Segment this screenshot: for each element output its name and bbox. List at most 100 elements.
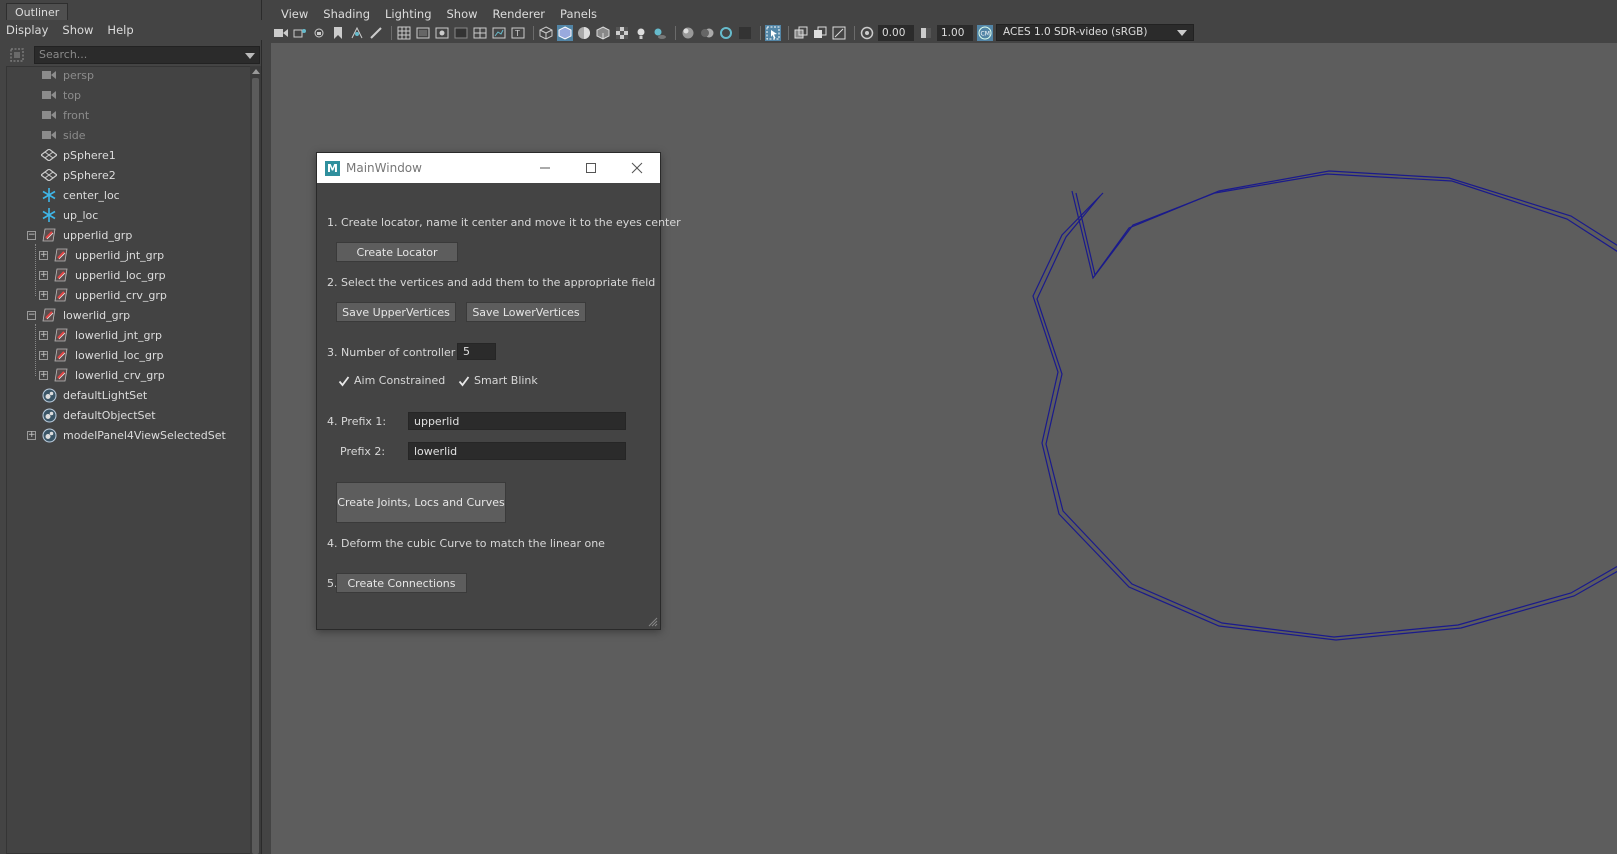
outliner-item-upperlid-jnt-grp[interactable]: upperlid_jnt_grp	[53, 245, 164, 265]
outliner-item-defaultobjectset[interactable]: defaultObjectSet	[41, 405, 156, 425]
viewport-menu-view[interactable]: View	[281, 7, 308, 21]
expand-modelpanel4viewselectedset-icon[interactable]: +	[27, 431, 36, 440]
smart-blink-checkbox[interactable]	[457, 374, 470, 387]
gate-mask-icon[interactable]	[453, 25, 469, 41]
minimize-button[interactable]	[522, 153, 568, 183]
outliner-item-upperlid-grp[interactable]: upperlid_grp	[41, 225, 132, 245]
grid-icon[interactable]	[396, 25, 412, 41]
controller-count-input[interactable]: 5	[457, 343, 496, 360]
collapse-upperlid-grp-icon[interactable]: −	[27, 231, 36, 240]
main-window-titlebar[interactable]: M MainWindow	[317, 153, 660, 183]
search-dropdown-icon[interactable]	[245, 53, 255, 59]
expand-upperlid-jnt-grp-icon[interactable]: +	[39, 251, 48, 260]
outliner-item-side[interactable]: side	[41, 125, 86, 145]
xray-active-components-icon[interactable]	[831, 25, 847, 41]
default-material-icon[interactable]	[576, 25, 592, 41]
outliner-search-input[interactable]: Search...	[34, 46, 260, 64]
xray-joints-icon[interactable]	[812, 25, 828, 41]
viewport-menu-renderer[interactable]: Renderer	[493, 7, 546, 21]
exposure-field[interactable]: 0.00	[878, 24, 914, 41]
outliner-item-persp[interactable]: persp	[41, 65, 94, 85]
select-camera-icon[interactable]	[273, 25, 289, 41]
outliner-item-upperlid-loc-grp[interactable]: upperlid_loc_grp	[53, 265, 166, 285]
field-chart-icon[interactable]	[472, 25, 488, 41]
bookmark-icon[interactable]	[330, 25, 346, 41]
outliner-item-up-loc[interactable]: up_loc	[41, 205, 98, 225]
create-locator-button[interactable]: Create Locator	[336, 242, 458, 262]
save-upper-vertices-button[interactable]: Save UpperVertices	[336, 302, 456, 322]
minimize-icon	[540, 167, 550, 169]
safe-action-icon[interactable]	[491, 25, 507, 41]
viewport-menu-shading[interactable]: Shading	[323, 7, 370, 21]
smooth-shade-icon[interactable]	[557, 24, 573, 41]
shadows-icon[interactable]	[652, 25, 668, 41]
image-plane-icon[interactable]	[349, 25, 365, 41]
resize-grip-icon[interactable]	[648, 617, 658, 627]
film-gate-icon[interactable]	[415, 25, 431, 41]
outliner-item-psphere1[interactable]: pSphere1	[41, 145, 116, 165]
color-management-icon[interactable]: CM	[977, 24, 993, 41]
safe-title-icon[interactable]: T	[510, 25, 526, 41]
expand-lowerlid-jnt-grp-icon[interactable]: +	[39, 331, 48, 340]
grease-pencil-icon[interactable]	[368, 25, 384, 41]
maximize-button[interactable]	[568, 153, 614, 183]
viewport-menu-lighting[interactable]: Lighting	[385, 7, 431, 21]
wireframe-icon[interactable]	[538, 25, 554, 41]
anti-aliasing-icon[interactable]	[718, 25, 734, 41]
view-transform-dropdown[interactable]: ACES 1.0 SDR-video (sRGB)	[996, 24, 1194, 41]
linear-eyelid-curve[interactable]	[1036, 173, 1617, 638]
viewport-menu-show[interactable]: Show	[447, 7, 478, 21]
depth-of-field-icon[interactable]	[737, 25, 753, 41]
create-connections-button[interactable]: Create Connections	[336, 573, 467, 593]
outliner-item-defaultlightset[interactable]: defaultLightSet	[41, 385, 147, 405]
outliner-item-lowerlid-loc-grp[interactable]: lowerlid_loc_grp	[53, 345, 164, 365]
expand-lowerlid-loc-grp-icon[interactable]: +	[39, 351, 48, 360]
filter-icon[interactable]	[8, 46, 26, 64]
prefix2-input[interactable]: lowerlid	[408, 442, 626, 460]
outliner-scrollbar[interactable]	[250, 66, 261, 854]
expand-lowerlid-crv-grp-icon[interactable]: +	[39, 371, 48, 380]
outliner-item-top[interactable]: top	[41, 85, 81, 105]
outliner-item-lowerlid-jnt-grp[interactable]: lowerlid_jnt_grp	[53, 325, 162, 345]
outliner-item-upperlid-crv-grp[interactable]: upperlid_crv_grp	[53, 285, 167, 305]
textured-icon[interactable]	[614, 25, 630, 41]
expand-upperlid-crv-grp-icon[interactable]: +	[39, 291, 48, 300]
aim-constrained-label: Aim Constrained	[354, 374, 446, 387]
exposure-icon[interactable]	[859, 25, 875, 41]
camera-attributes-icon[interactable]	[292, 25, 308, 41]
prefix1-input[interactable]: upperlid	[408, 412, 626, 430]
camera-lock-icon[interactable]	[311, 25, 327, 41]
maximize-icon	[586, 163, 596, 173]
outliner-menu-display[interactable]: Display	[6, 23, 48, 37]
collapse-lowerlid-grp-icon[interactable]: −	[27, 311, 36, 320]
outliner-item-psphere2[interactable]: pSphere2	[41, 165, 116, 185]
lights-icon[interactable]	[633, 25, 649, 41]
outliner-tab[interactable]: Outliner	[6, 3, 69, 20]
motion-blur-icon[interactable]	[699, 25, 715, 41]
create-joints-locs-curves-button[interactable]: Create Joints, Locs and Curves	[336, 482, 506, 523]
wireframe-on-shaded-icon[interactable]	[595, 25, 611, 41]
outliner-menu-show[interactable]: Show	[62, 23, 93, 37]
gamma-field[interactable]: 1.00	[937, 24, 973, 41]
outliner-menu-help[interactable]: Help	[107, 23, 133, 37]
aim-constrained-checkbox[interactable]	[337, 374, 350, 387]
save-lower-vertices-button[interactable]: Save LowerVertices	[466, 302, 586, 322]
viewport-menu-panels[interactable]: Panels	[560, 7, 597, 21]
scroll-up-icon[interactable]	[252, 69, 260, 74]
group-icon	[53, 287, 69, 303]
scrollbar-thumb[interactable]	[252, 78, 259, 854]
close-button[interactable]	[614, 153, 660, 183]
step1-label: 1. Create locator, name it center and mo…	[327, 216, 681, 229]
xray-icon[interactable]	[793, 25, 809, 41]
isolate-select-icon[interactable]	[765, 24, 781, 41]
outliner-item-center-loc[interactable]: center_loc	[41, 185, 120, 205]
outliner-item-front[interactable]: front	[41, 105, 89, 125]
outliner-item-lowerlid-crv-grp[interactable]: lowerlid_crv_grp	[53, 365, 165, 385]
gamma-icon[interactable]	[918, 25, 934, 41]
ambient-occlusion-icon[interactable]	[680, 25, 696, 41]
expand-upperlid-loc-grp-icon[interactable]: +	[39, 271, 48, 280]
outliner-item-lowerlid-grp[interactable]: lowerlid_grp	[41, 305, 130, 325]
chevron-down-icon	[1177, 30, 1187, 36]
outliner-item-modelpanel4viewselectedset[interactable]: modelPanel4ViewSelectedSet	[41, 425, 226, 445]
resolution-gate-icon[interactable]	[434, 25, 450, 41]
